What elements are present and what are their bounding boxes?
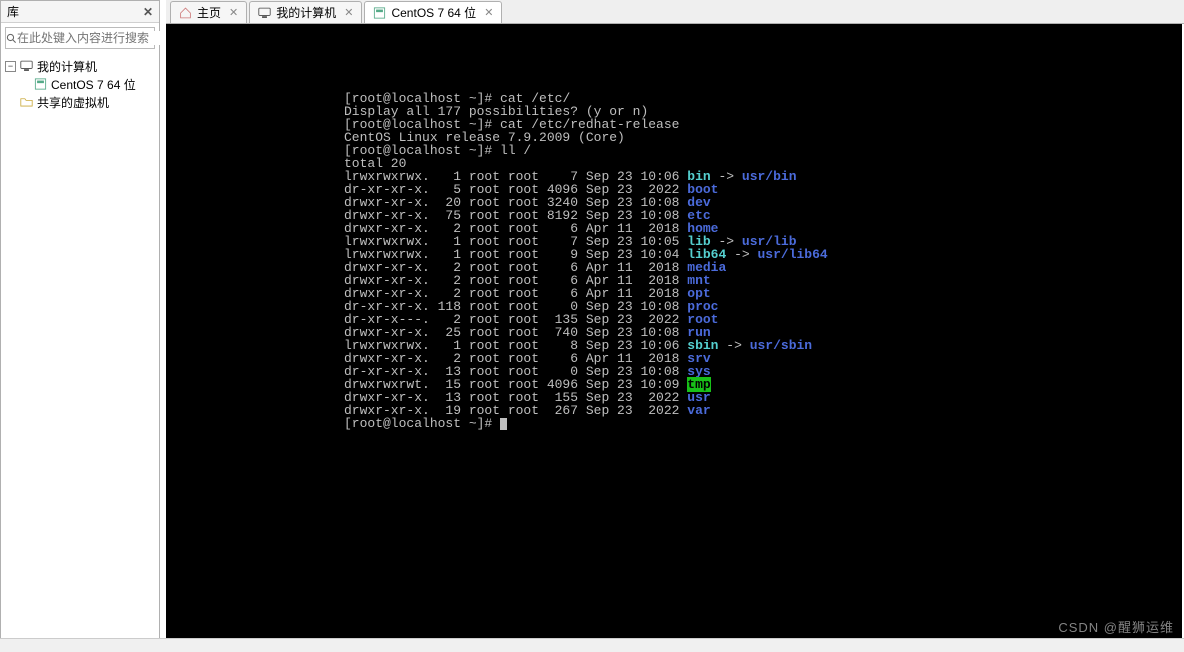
- tab-bar: 主页 ✕ 我的计算机 ✕ CentOS 7 64 位 ✕: [166, 0, 1184, 24]
- tree-root-item[interactable]: − 我的计算机: [3, 57, 157, 75]
- tree-shared-item[interactable]: 共享的虚拟机: [3, 93, 157, 111]
- os-icon: [33, 78, 47, 90]
- tab-close-icon[interactable]: ✕: [484, 6, 493, 19]
- tab-home[interactable]: 主页 ✕: [170, 1, 247, 23]
- sidebar-header: 库 ✕: [1, 1, 159, 23]
- monitor-icon: [19, 60, 33, 72]
- tab-close-icon[interactable]: ✕: [344, 6, 353, 19]
- monitor-icon: [258, 7, 271, 19]
- search-row: ▾: [5, 27, 155, 49]
- search-input[interactable]: [17, 31, 172, 45]
- tree-collapse-icon[interactable]: −: [5, 61, 16, 72]
- tab-close-icon[interactable]: ✕: [229, 6, 238, 19]
- tree-shared-label: 共享的虚拟机: [37, 94, 109, 111]
- sidebar-title: 库: [7, 3, 19, 20]
- terminal[interactable]: [root@localhost ~]# cat /etc/ Display al…: [166, 24, 1182, 638]
- tree-root-label: 我的计算机: [37, 58, 97, 75]
- tab-mycomputer-label: 我的计算机: [276, 4, 336, 21]
- close-icon[interactable]: ✕: [143, 5, 153, 19]
- library-sidebar: 库 ✕ ▾ − 我的计算机 CentOS 7 64 位 共享的虚拟机: [0, 0, 160, 640]
- tab-centos-label: CentOS 7 64 位: [391, 4, 476, 21]
- home-icon: [179, 7, 192, 19]
- folder-icon: [19, 96, 33, 108]
- tab-centos[interactable]: CentOS 7 64 位 ✕: [364, 1, 502, 23]
- tab-mycomputer[interactable]: 我的计算机 ✕: [249, 1, 362, 23]
- search-icon: [6, 31, 17, 45]
- tree-vm-item[interactable]: CentOS 7 64 位: [3, 75, 157, 93]
- terminal-output: [root@localhost ~]# cat /etc/ Display al…: [344, 92, 1182, 430]
- watermark: CSDN @醒狮运维: [1058, 617, 1174, 636]
- os-icon: [373, 7, 386, 19]
- tree-vm-label: CentOS 7 64 位: [51, 76, 136, 93]
- library-tree: − 我的计算机 CentOS 7 64 位 共享的虚拟机: [1, 53, 159, 115]
- status-bar: [0, 638, 1184, 652]
- tab-home-label: 主页: [197, 4, 221, 21]
